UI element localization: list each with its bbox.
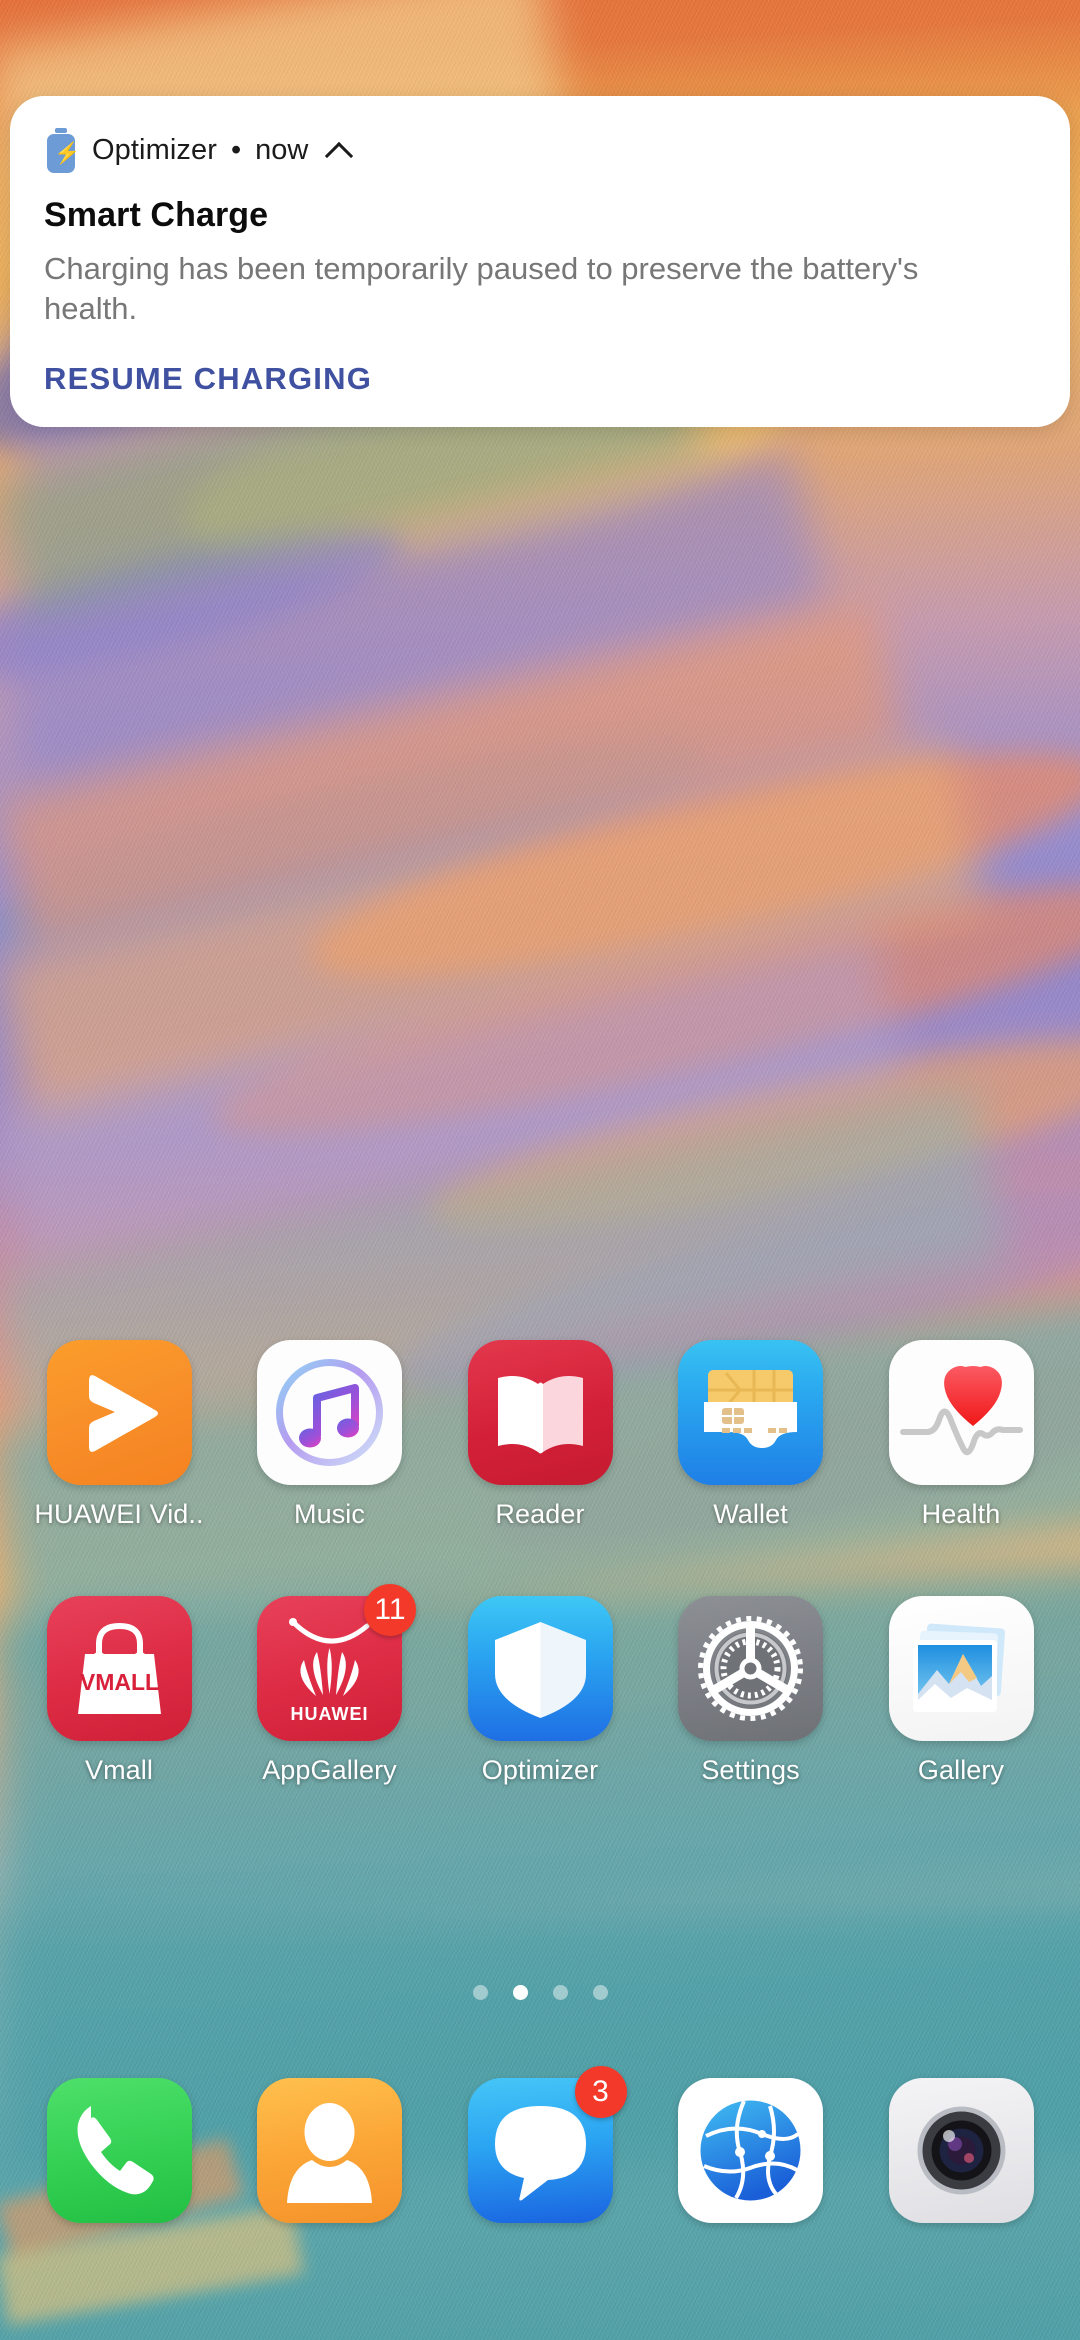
notification-body: Charging has been temporarily paused to … [44,251,919,326]
app-label: HUAWEI Vid.. [34,1499,204,1529]
app-appgallery[interactable]: HUAWEI 11 AppGallery [243,1584,417,1786]
notification-separator: • [230,133,242,166]
app-label: Wallet [713,1499,788,1529]
health-icon[interactable] [888,1340,1034,1485]
notification-app-name: Optimizer [92,133,217,166]
dock-item-contacts[interactable] [243,2078,417,2223]
svg-text:VMALL: VMALL [79,1669,158,1695]
notification-title: Smart Charge [44,196,269,234]
vmall-icon[interactable]: VMALL [46,1596,192,1741]
page-dot[interactable] [592,1985,608,2000]
app-vmall[interactable]: VMALL Vmall [32,1596,206,1786]
app-label: Vmall [84,1755,153,1785]
huawei-video-icon[interactable] [46,1340,192,1485]
app-wallet[interactable]: Wallet [664,1340,838,1530]
gallery-icon[interactable] [888,1596,1034,1741]
page-indicator [0,1985,1080,2000]
battery-charging-icon: ⚡ [44,127,80,173]
app-grid: HUAWEI Vid.. Music Reader Wallet Health … [0,1340,1080,1808]
dock-item-messages[interactable]: 3 [453,2066,627,2223]
app-music[interactable]: Music [243,1340,417,1530]
app-row: VMALL Vmall HUAWEI 11 AppGallery Optimiz… [0,1584,1080,1786]
app-gallery[interactable]: Gallery [874,1596,1048,1786]
settings-icon[interactable] [678,1596,823,1741]
page-dot[interactable] [552,1985,568,2000]
app-label: Health [921,1499,1001,1529]
app-label: Optimizer [481,1755,599,1785]
dock-item-browser[interactable] [664,2078,838,2223]
phone-icon[interactable] [46,2078,192,2223]
dock: 3 [0,2066,1080,2223]
resume-charging-button[interactable]: RESUME CHARGING [44,361,372,397]
phone-home-screen: ⚡ Optimizer • now Smart Charge Charging … [0,0,1080,2340]
dock-item-phone[interactable] [32,2078,206,2223]
app-badge: 11 [364,1584,416,1636]
app-label: Settings [701,1755,800,1785]
app-reader[interactable]: Reader [453,1340,627,1530]
app-health[interactable]: Health [874,1340,1048,1530]
app-label: Music [293,1499,365,1529]
notification-card[interactable]: ⚡ Optimizer • now Smart Charge Charging … [10,96,1070,427]
notification-header: ⚡ Optimizer • now [44,122,1036,178]
optimizer-icon[interactable] [467,1596,613,1741]
dock-badge: 3 [574,2066,627,2118]
reader-icon[interactable] [467,1340,613,1485]
app-label: Gallery [917,1755,1005,1785]
wallet-icon[interactable] [678,1340,823,1485]
chevron-up-icon[interactable] [326,137,352,163]
contacts-icon[interactable] [257,2078,402,2223]
music-icon[interactable] [257,1340,402,1485]
app-huawei-video[interactable]: HUAWEI Vid.. [32,1340,206,1530]
dock-item-camera[interactable] [874,2078,1048,2223]
app-label: AppGallery [262,1755,397,1785]
svg-text:HUAWEI: HUAWEI [291,1704,369,1724]
app-label: Reader [495,1499,585,1529]
page-dot-active[interactable] [512,1985,528,2000]
notification-timestamp: now [255,133,309,166]
browser-icon[interactable] [678,2078,823,2223]
app-settings[interactable]: Settings [664,1596,838,1786]
app-optimizer[interactable]: Optimizer [453,1596,627,1786]
page-dot[interactable] [472,1985,488,2000]
camera-icon[interactable] [888,2078,1034,2223]
app-row: HUAWEI Vid.. Music Reader Wallet Health [0,1340,1080,1530]
